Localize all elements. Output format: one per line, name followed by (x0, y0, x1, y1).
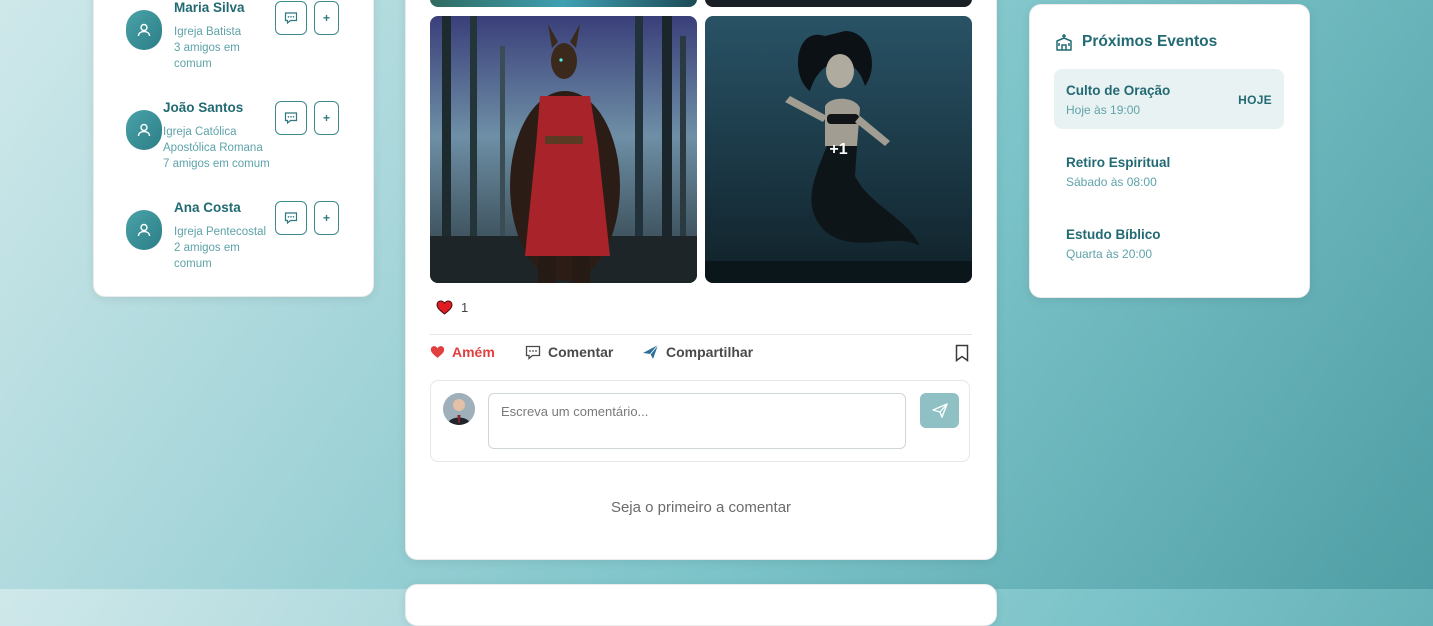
bookmark-icon (955, 344, 969, 362)
post-card: +1 1 Amém Comentar Compartilhar Escreva … (405, 0, 997, 560)
user-icon (137, 123, 151, 137)
forest-warrior-image (430, 16, 697, 283)
friend-church: Igreja Pentecostal 2 amigos em comum (174, 226, 267, 270)
comment-label: Comentar (548, 344, 614, 360)
more-images-count[interactable]: +1 (705, 16, 972, 283)
event-name: Culto de Oração (1066, 83, 1171, 98)
friend-suggestion: João Santos Igreja Católica Apostólica R… (126, 100, 341, 170)
comment-input[interactable] (488, 393, 906, 449)
amen-label: Amém (452, 344, 495, 360)
event-time: Quarta às 20:00 (1066, 247, 1153, 261)
message-icon (284, 212, 298, 225)
friend-church: Igreja Batista 3 amigos em comum (174, 26, 242, 70)
event-time: Hoje às 19:00 (1066, 103, 1141, 117)
user-photo (443, 393, 475, 425)
message-icon (284, 112, 298, 125)
avatar[interactable] (126, 210, 162, 250)
friend-suggestion: Ana Costa Igreja Pentecostal 2 amigos em … (126, 200, 341, 270)
comment-button[interactable]: Comentar (525, 344, 613, 360)
comment-composer (430, 380, 970, 462)
next-post-card (405, 584, 997, 626)
user-icon (137, 23, 151, 37)
likes-count: 1 (461, 300, 469, 315)
today-badge: HOJE (1238, 93, 1272, 107)
friend-suggestion: Maria Silva Igreja Batista 3 amigos em co… (126, 0, 341, 70)
message-icon (284, 12, 298, 25)
share-label: Compartilhar (666, 344, 754, 360)
upcoming-events-card: Próximos Eventos Culto de Oração Hoje às… (1029, 4, 1310, 298)
events-title: Próximos Eventos (1082, 33, 1218, 50)
friend-suggestions-card: Maria Silva Igreja Batista 3 amigos em co… (93, 0, 374, 297)
empty-comments-text: Seja o primeiro a comentar (610, 499, 792, 516)
user-avatar[interactable] (443, 393, 475, 425)
post-image[interactable] (430, 16, 697, 283)
friend-name[interactable]: Ana Costa (174, 200, 241, 215)
post-image[interactable]: +1 (705, 16, 972, 283)
amen-button[interactable]: Amém (430, 344, 495, 360)
event-item[interactable]: Culto de Oração Hoje às 19:00 HOJE (1054, 69, 1284, 129)
add-friend-button[interactable]: + (314, 201, 339, 235)
message-button[interactable] (275, 1, 307, 35)
avatar[interactable] (126, 10, 162, 50)
events-header: Próximos Eventos (1054, 32, 1217, 52)
event-item[interactable]: Retiro Espiritual Sábado às 08:00 (1054, 141, 1284, 201)
event-name: Estudo Bíblico (1066, 227, 1161, 242)
airplane-icon (643, 344, 659, 359)
send-comment-button[interactable] (920, 393, 959, 428)
event-name: Retiro Espiritual (1066, 155, 1171, 170)
likes-summary[interactable]: 1 (436, 300, 468, 315)
post-image[interactable] (705, 0, 972, 7)
event-time: Sábado às 08:00 (1066, 175, 1157, 189)
heart-icon (430, 346, 445, 358)
message-button[interactable] (275, 201, 307, 235)
avatar[interactable] (126, 110, 162, 150)
friend-name[interactable]: Maria Silva (174, 0, 245, 15)
share-button[interactable]: Compartilhar (642, 344, 753, 360)
church-icon (1056, 34, 1072, 51)
heart-icon (436, 300, 453, 315)
post-image[interactable] (430, 0, 697, 7)
comment-icon (525, 345, 541, 360)
friend-church: Igreja Católica Apostólica Romana 7 amigo… (163, 126, 270, 170)
add-friend-button[interactable]: + (314, 101, 339, 135)
event-item[interactable]: Estudo Bíblico Quarta às 20:00 (1054, 213, 1284, 273)
divider (430, 334, 972, 335)
send-icon (931, 403, 948, 418)
friend-name[interactable]: João Santos (163, 100, 243, 115)
message-button[interactable] (275, 101, 307, 135)
user-icon (137, 223, 151, 237)
bookmark-button[interactable] (955, 344, 969, 362)
add-friend-button[interactable]: + (314, 1, 339, 35)
